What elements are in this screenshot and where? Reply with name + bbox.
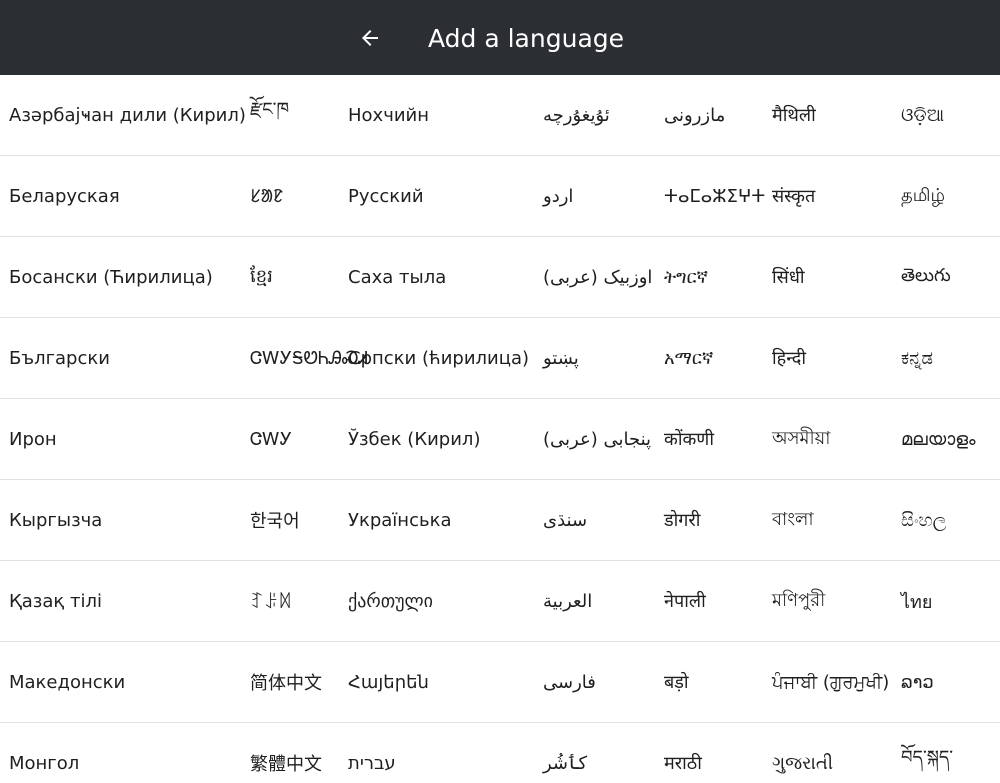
language-option[interactable]: Нохчийн [348,75,538,155]
language-option[interactable]: कोंकणी [664,399,768,479]
language-option[interactable]: Беларуская [9,156,247,236]
language-option[interactable]: ꆈꌠꉙ [250,561,345,641]
language-option[interactable]: ᏣᎳᎩ [250,399,345,479]
language-option[interactable]: తెలుగు [901,237,1000,317]
language-option[interactable]: ትግርኛ [664,237,768,317]
language-row: Български ᏣᎳᎩᎦᏬᏂᎯᏍᏗ Српски (ћирилица) پښتو አ… [0,318,1000,399]
arrow-left-icon [362,30,378,46]
language-option[interactable]: Русский [348,156,538,236]
language-option[interactable]: ئۇيغۇرچە [543,75,661,155]
add-language-screen: Add a language Азәрбајҹан дили (Кирил) རྫ… [0,0,1000,783]
language-option[interactable]: རྫོང་ཁ [250,75,345,155]
language-option[interactable]: Азәрбајҹан дили (Кирил) [9,75,247,155]
language-option[interactable]: فارسی [543,642,661,722]
language-option[interactable]: پښتو [543,318,661,398]
language-option[interactable]: Саха тыла [348,237,538,317]
language-option[interactable]: مازرونی [664,75,768,155]
language-option[interactable]: മലയാളം [901,399,1000,479]
language-option[interactable]: ᱥᱟᱱ [250,156,345,236]
language-option[interactable]: Кыргызча [9,480,247,560]
language-option[interactable]: தமிழ் [901,156,1000,236]
language-option[interactable]: 繁體中文 [250,723,345,783]
language-option[interactable]: 简体中文 [250,642,345,722]
language-option[interactable]: बड़ो [664,642,768,722]
language-option[interactable]: Ўзбек (Кирил) [348,399,538,479]
language-option[interactable]: ಕನ್ನಡ [901,318,1000,398]
language-option[interactable]: کٲشُر [543,723,661,783]
language-option[interactable]: Монгол [9,723,247,783]
language-option[interactable]: සිංහල [901,480,1000,560]
language-option[interactable]: Հայերեն [348,642,538,722]
language-grid: Азәрбајҹан дили (Кирил) རྫོང་ཁ Нохчийн ئۇيغ… [0,75,1000,783]
language-option[interactable]: Ирон [9,399,247,479]
language-option[interactable]: ᏣᎳᎩᎦᏬᏂᎯᏍᏗ [250,318,368,398]
language-option[interactable]: བོད་སྐད་ [901,723,1000,783]
language-row: Азәрбајҹан дили (Кирил) རྫོང་ཁ Нохчийн ئۇيغ… [0,75,1000,156]
language-option[interactable]: संस्कृत [772,156,897,236]
language-option[interactable]: Български [9,318,247,398]
language-row: Беларуская ᱥᱟᱱ Русский اردو ⵜⴰⵎⴰⵣⵉⵖⵜ संस्कृत த… [0,156,1000,237]
language-option[interactable]: অসমীয়া [772,399,897,479]
language-option[interactable]: नेपाली [664,561,768,641]
language-option[interactable]: ខ្មែរ [250,237,345,317]
language-option[interactable]: বাংলা [772,480,897,560]
language-option[interactable]: मैथिली [772,75,897,155]
language-option[interactable]: اردو [543,156,661,236]
language-option[interactable]: सिंधी [772,237,897,317]
language-option[interactable]: ଓଡ଼ିଆ [901,75,1000,155]
language-option[interactable]: پنجابی (عربی) [543,399,661,479]
language-option[interactable]: Қазақ тілі [9,561,247,641]
language-option[interactable]: العربية [543,561,661,641]
language-option[interactable]: አማርኛ [664,318,768,398]
language-option[interactable]: डोगरी [664,480,768,560]
back-button[interactable] [350,18,390,58]
language-option[interactable]: ગુજરાતી [772,723,897,783]
language-option[interactable]: Српски (ћирилица) [348,318,538,398]
language-row: Ирон ᏣᎳᎩ Ўзбек (Кирил) پنجابی (عربی) कोंकणी অ… [0,399,1000,480]
language-row: Монгол 繁體中文 עברית کٲشُر मराठी ગુજરાતી བོད་སྐད་ [0,723,1000,783]
language-option[interactable]: Босански (Ћирилица) [9,237,247,317]
language-option[interactable]: سنڌی [543,480,661,560]
language-option[interactable]: ქართული [348,561,538,641]
language-option[interactable]: ਪੰਜਾਬੀ (ਗੁਰਮੁਖੀ) [772,642,897,722]
language-option[interactable]: ລາວ [901,642,1000,722]
toolbar: Add a language [0,0,1000,75]
language-option[interactable]: עברית [348,723,538,783]
language-option[interactable]: মণিপুরী [772,561,897,641]
language-row: Кыргызча 한국어 Українська سنڌی डोगरी বাংলা සිංහල [0,480,1000,561]
language-option[interactable]: ไทย [901,561,1000,641]
language-option[interactable]: हिन्दी [772,318,897,398]
page-title: Add a language [428,24,625,53]
language-option[interactable]: Українська [348,480,538,560]
language-row: Македонски 简体中文 Հայերեն فارسی बड़ो ਪੰਜਾਬੀ (ਗੁ… [0,642,1000,723]
language-option[interactable]: 한국어 [250,480,345,560]
language-option[interactable]: मराठी [664,723,768,783]
language-row: Қазақ тілі ꆈꌠꉙ ქართული العربية नेपाली মণিপুরী… [0,561,1000,642]
language-option[interactable]: ⵜⴰⵎⴰⵣⵉⵖⵜ [664,156,768,236]
language-option[interactable]: اوزبیک (عربی) [543,237,661,317]
language-option[interactable]: Македонски [9,642,247,722]
language-row: Босански (Ћирилица) ខ្មែរ Саха тыла اوزبیک … [0,237,1000,318]
